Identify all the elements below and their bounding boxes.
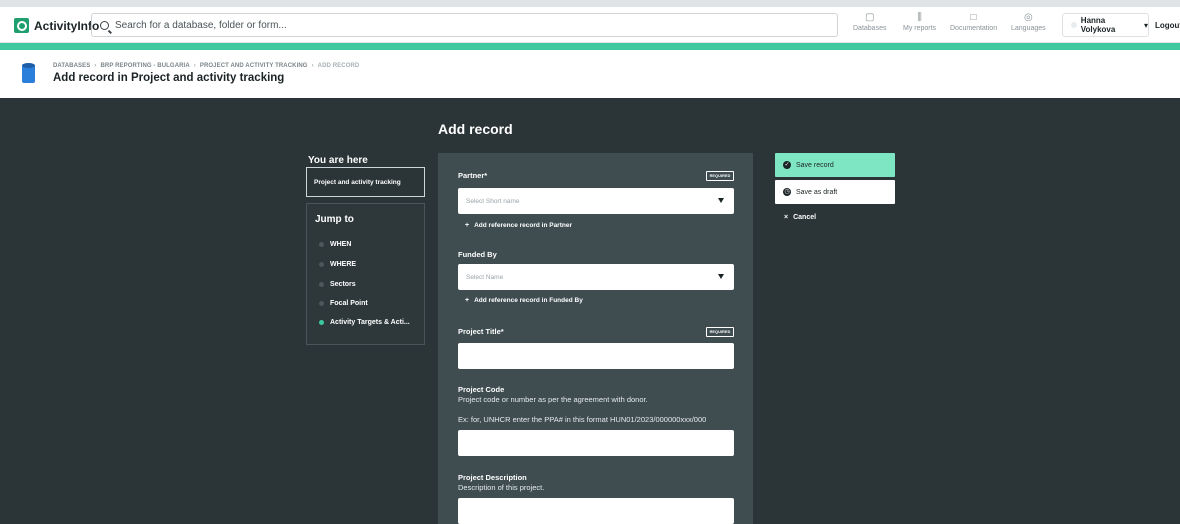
jump-to-panel: Jump to WHEN WHERE Sectors Focal Point A… [306, 203, 425, 345]
jump-item-sectors[interactable]: Sectors [319, 281, 356, 288]
active-section-dot-icon [319, 320, 324, 325]
top-stripe [0, 0, 1180, 7]
title-bar: DATABASES › BRP REPORTING - BULGARIA › P… [0, 50, 1180, 98]
add-ref-label: Add reference record in Partner [474, 222, 572, 229]
jump-item-focal-point[interactable]: Focal Point [319, 300, 368, 307]
accent-bar [0, 43, 1180, 50]
nav-databases[interactable]: ▢ Databases [853, 11, 886, 32]
breadcrumb-current: ADD RECORD [317, 63, 360, 69]
search-icon [100, 20, 109, 30]
dropdown-caret-icon [718, 274, 724, 279]
save-record-button[interactable]: ✓ Save record [775, 153, 895, 177]
section-dot-icon [319, 301, 324, 306]
clock-icon: ◷ [783, 188, 791, 196]
jump-item-label: WHERE [330, 261, 357, 268]
nav-languages-label: Languages [1011, 25, 1046, 32]
funded-by-label: Funded By [458, 250, 497, 259]
nav-my-reports-label: My reports [903, 25, 937, 32]
jump-item-label: Focal Point [330, 300, 368, 307]
app-logo[interactable]: ActivityInfo [14, 18, 99, 33]
required-badge: REQUIRED [706, 171, 734, 181]
form-heading: Add record [438, 121, 513, 137]
jump-item-where[interactable]: WHERE [319, 261, 356, 268]
project-code-example: Ex: for, UNHCR enter the PPA# in this fo… [458, 415, 707, 424]
project-title-label: Project Title* [458, 327, 504, 336]
app-header: ActivityInfo ▢ Databases ⫼ My reports □ … [0, 7, 1180, 43]
user-name: Hanna Volykova [1080, 16, 1116, 34]
user-avatar-icon [1071, 22, 1077, 28]
record-form: Partner* REQUIRED Select Short name + Ad… [438, 153, 753, 524]
app-name: ActivityInfo [34, 18, 100, 33]
jump-to-title: Jump to [315, 214, 354, 225]
chevron-right-icon: › [94, 63, 97, 69]
chevron-right-icon: › [311, 63, 314, 69]
save-draft-label: Save as draft [796, 188, 838, 196]
dropdown-caret-icon [718, 198, 724, 203]
bar-chart-icon: ⫼ [917, 12, 922, 23]
close-icon: × [784, 214, 789, 221]
chevron-down-icon: ▾ [1143, 20, 1148, 30]
plus-icon: + [465, 297, 470, 304]
partner-label: Partner* [458, 171, 488, 180]
page-title: Add record in Project and activity track… [53, 72, 285, 84]
book-icon: □ [970, 12, 977, 23]
project-code-input[interactable] [458, 430, 734, 456]
user-menu[interactable]: Hanna Volykova ▾ [1062, 13, 1149, 37]
project-description-input[interactable] [458, 498, 734, 524]
breadcrumb: DATABASES › BRP REPORTING - BULGARIA › P… [53, 63, 359, 69]
funded-by-select-placeholder: Select Name [466, 273, 504, 281]
plus-icon: + [465, 222, 470, 229]
nav-languages[interactable]: ◎ Languages [1011, 11, 1046, 32]
you-are-here-label: You are here [308, 155, 368, 166]
check-circle-icon: ✓ [783, 161, 791, 169]
database-icon: ▢ [865, 12, 875, 23]
breadcrumb-database[interactable]: BRP REPORTING - BULGARIA [100, 63, 189, 69]
project-code-description: Project code or number as per the agreem… [458, 395, 648, 404]
project-description-label: Project Description [458, 473, 527, 482]
add-funded-by-reference-link[interactable]: + Add reference record in Funded By [465, 297, 583, 304]
project-description-help: Description of this project. [458, 483, 545, 492]
search-box[interactable] [91, 13, 838, 37]
cancel-label: Cancel [793, 214, 817, 221]
required-badge: REQUIRED [706, 327, 734, 337]
add-ref-label: Add reference record in Funded By [474, 297, 583, 304]
current-form-box: Project and activity tracking [306, 167, 425, 197]
logout-link[interactable]: Logout [1155, 21, 1180, 30]
project-code-label: Project Code [458, 385, 505, 394]
partner-select-placeholder: Select Short name [466, 197, 520, 205]
section-dot-icon [319, 262, 324, 267]
save-draft-button[interactable]: ◷ Save as draft [775, 180, 895, 204]
cancel-button[interactable]: × Cancel [784, 214, 816, 221]
globe-icon: ◎ [1023, 12, 1033, 23]
jump-item-label: Sectors [330, 281, 356, 288]
jump-item-activity-targets[interactable]: Activity Targets & Acti... [319, 319, 410, 326]
nav-my-reports[interactable]: ⫼ My reports [903, 11, 936, 32]
section-dot-icon [319, 282, 324, 287]
breadcrumb-databases[interactable]: DATABASES [53, 63, 90, 69]
breadcrumb-form[interactable]: PROJECT AND ACTIVITY TRACKING [200, 63, 308, 69]
nav-databases-label: Databases [853, 25, 887, 32]
activityinfo-logo-icon [14, 18, 29, 33]
add-partner-reference-link[interactable]: + Add reference record in Partner [465, 222, 572, 229]
section-dot-icon [319, 242, 324, 247]
funded-by-select[interactable]: Select Name [458, 264, 734, 290]
save-record-label: Save record [796, 161, 834, 169]
jump-item-label: Activity Targets & Acti... [330, 319, 410, 326]
jump-item-when[interactable]: WHEN [319, 241, 351, 248]
nav-documentation-label: Documentation [950, 25, 998, 32]
chevron-right-icon: › [193, 63, 196, 69]
jump-item-label: WHEN [330, 241, 352, 248]
partner-select[interactable]: Select Short name [458, 188, 734, 214]
database-icon [22, 63, 35, 83]
nav-documentation[interactable]: □ Documentation [950, 11, 997, 32]
project-title-input[interactable] [458, 343, 734, 369]
search-input[interactable] [115, 19, 815, 31]
